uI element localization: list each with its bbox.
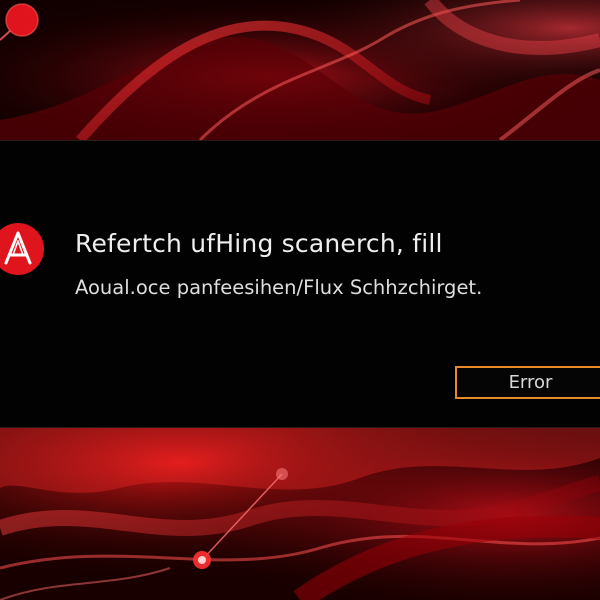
glow-node-icon xyxy=(5,3,39,37)
screen: Refertch ufHing scanerch, fill Aoual.oce… xyxy=(0,0,600,600)
background-bottom xyxy=(0,428,600,600)
alert-triangle-icon xyxy=(0,221,56,277)
background-top xyxy=(0,0,600,140)
wave-background-top xyxy=(0,0,600,140)
dialog-message: Aoual.oce panfeesihen/Flux Schhzchirget. xyxy=(75,276,483,299)
error-button[interactable]: Error xyxy=(455,366,600,399)
dialog-title: Refertch ufHing scanerch, fill xyxy=(75,229,443,258)
wave-background-bottom xyxy=(0,428,600,600)
alert-dialog: Refertch ufHing scanerch, fill Aoual.oce… xyxy=(0,140,600,428)
